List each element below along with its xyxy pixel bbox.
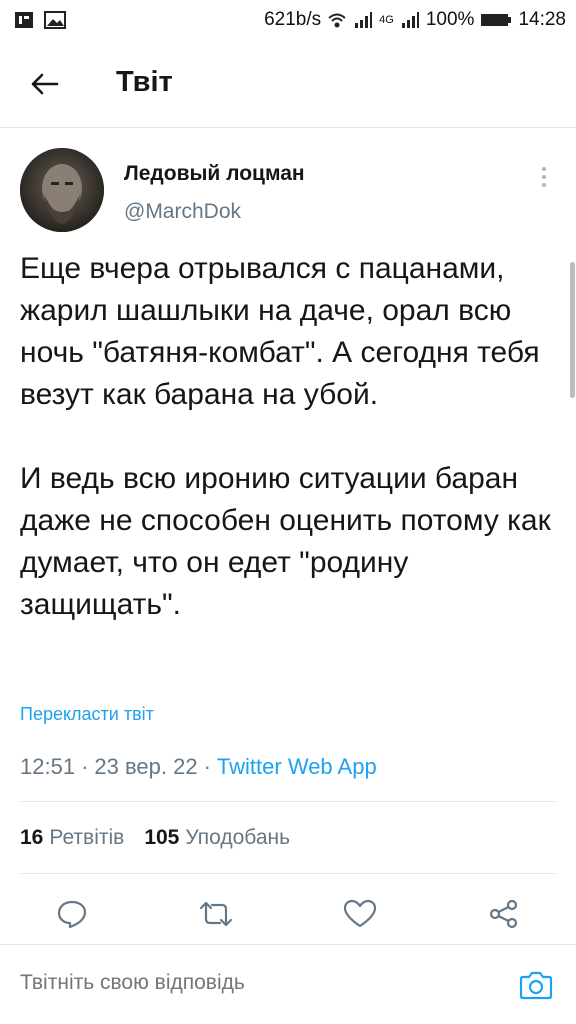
top-app-bar: Твіт [0, 40, 576, 128]
camera-button[interactable] [516, 965, 556, 1005]
share-button[interactable] [484, 894, 524, 934]
tweet-text: Еще вчера отрывался с пацанами, жарил ша… [20, 252, 551, 621]
retweets-label: Ретвітів [49, 826, 125, 849]
back-arrow-icon [31, 73, 59, 95]
author-name[interactable]: Ледовый лоцман [124, 162, 305, 186]
like-button[interactable] [340, 894, 380, 934]
translate-link[interactable]: Перекласти твіт [20, 704, 154, 725]
author-handle[interactable]: @MarchDok [124, 200, 241, 224]
wifi-icon [327, 11, 347, 29]
sim-icon [14, 11, 34, 29]
tweet-actions [0, 884, 576, 940]
reply-bar [0, 944, 576, 1024]
more-options-button[interactable] [532, 162, 556, 192]
clock: 14:28 [518, 9, 566, 30]
back-button[interactable] [24, 66, 64, 102]
signal-icon [353, 11, 373, 29]
tweet-author: Ледовый лоцман @MarchDok [0, 128, 576, 238]
battery-percent: 100% [425, 9, 475, 30]
reply-icon [57, 900, 87, 929]
tweet-stats: 16 Ретвітів 105 Уподобань [20, 826, 290, 850]
retweet-icon [199, 901, 233, 927]
signal-icon [400, 11, 420, 29]
tweet-source[interactable]: Twitter Web App [217, 754, 377, 780]
network-type: 4G [379, 14, 394, 26]
camera-icon [519, 971, 553, 1000]
scrollbar[interactable] [570, 262, 575, 398]
network-speed: 621b/s [264, 9, 322, 30]
avatar[interactable] [20, 148, 104, 232]
battery-icon [480, 12, 512, 28]
reply-input[interactable] [20, 971, 480, 995]
likes-label: Уподобань [185, 826, 291, 849]
more-vertical-icon [542, 167, 546, 171]
tweet-time: 12:51 [20, 754, 76, 779]
page-title: Твіт [116, 66, 173, 98]
divider [20, 801, 556, 802]
tweet-meta: 12:51 · 23 вер. 22 · Twitter Web App [20, 754, 377, 780]
separator: · [203, 754, 211, 779]
status-bar: 621b/s 4G 100% 14:28 [0, 0, 576, 40]
divider [20, 873, 556, 874]
share-icon [489, 899, 518, 929]
likes-count: 105 [144, 826, 180, 849]
retweet-button[interactable] [196, 894, 236, 934]
retweets-stat[interactable]: 16 Ретвітів [20, 826, 124, 850]
like-icon [343, 899, 377, 928]
tweet-date: 23 вер. 22 [94, 754, 198, 779]
reply-button[interactable] [52, 894, 92, 934]
retweets-count: 16 [20, 826, 44, 849]
likes-stat[interactable]: 105 Уподобань [144, 826, 290, 850]
separator: · [81, 754, 89, 779]
image-icon [44, 11, 66, 29]
